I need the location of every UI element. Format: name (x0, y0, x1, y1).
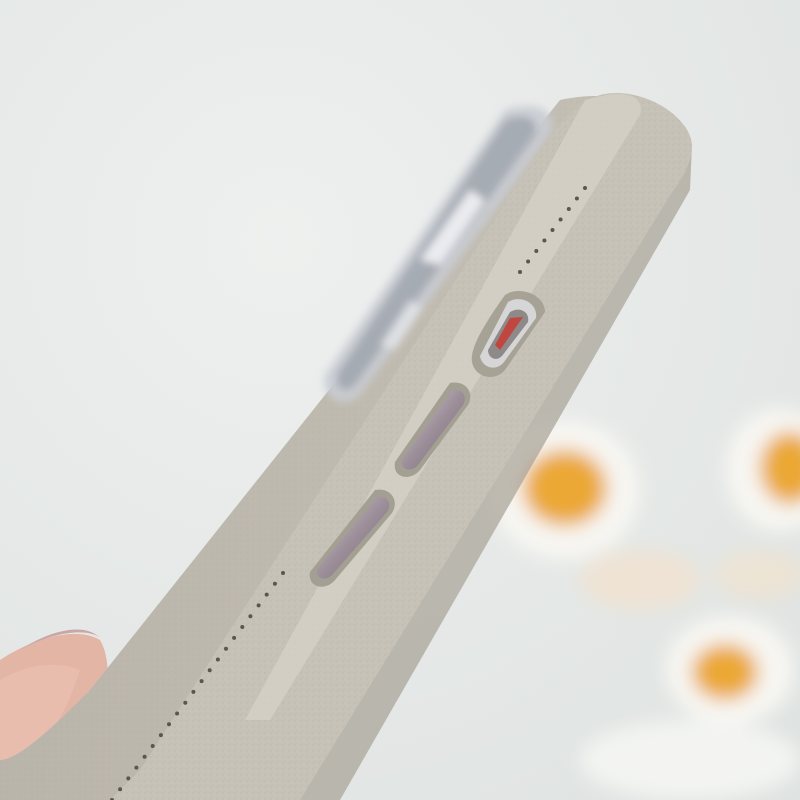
speaker-dot (281, 571, 285, 575)
speaker-dot (134, 765, 139, 770)
speaker-dot (167, 722, 171, 727)
speaker-dot (534, 249, 539, 253)
speaker-dot (574, 196, 579, 201)
speaker-dot (150, 744, 155, 748)
speaker-dot (518, 270, 522, 274)
speaker-dot (191, 689, 196, 694)
speaker-dot (224, 646, 228, 651)
speaker-dot (183, 700, 188, 705)
speaker-dot (118, 787, 123, 792)
speaker-dot (264, 592, 269, 597)
speaker-dot (215, 657, 220, 662)
speaker-dot (126, 776, 131, 781)
speaker-dot (207, 668, 212, 673)
speaker-dot (248, 614, 253, 619)
speaker-dot (583, 186, 587, 190)
product-photo (0, 0, 800, 800)
speaker-dot (272, 581, 277, 586)
speaker-dot (240, 625, 245, 629)
speaker-dot (232, 635, 237, 640)
speaker-dot (526, 259, 531, 264)
speaker-dot (256, 603, 261, 608)
speaker-dot (199, 679, 204, 684)
speaker-dot (142, 754, 147, 759)
speaker-dot (566, 207, 571, 211)
speaker-dot (542, 238, 547, 243)
speaker-dot (550, 228, 555, 232)
speaker-dot (558, 217, 563, 222)
speaker-dot (175, 711, 180, 716)
speaker-dot (158, 733, 163, 738)
